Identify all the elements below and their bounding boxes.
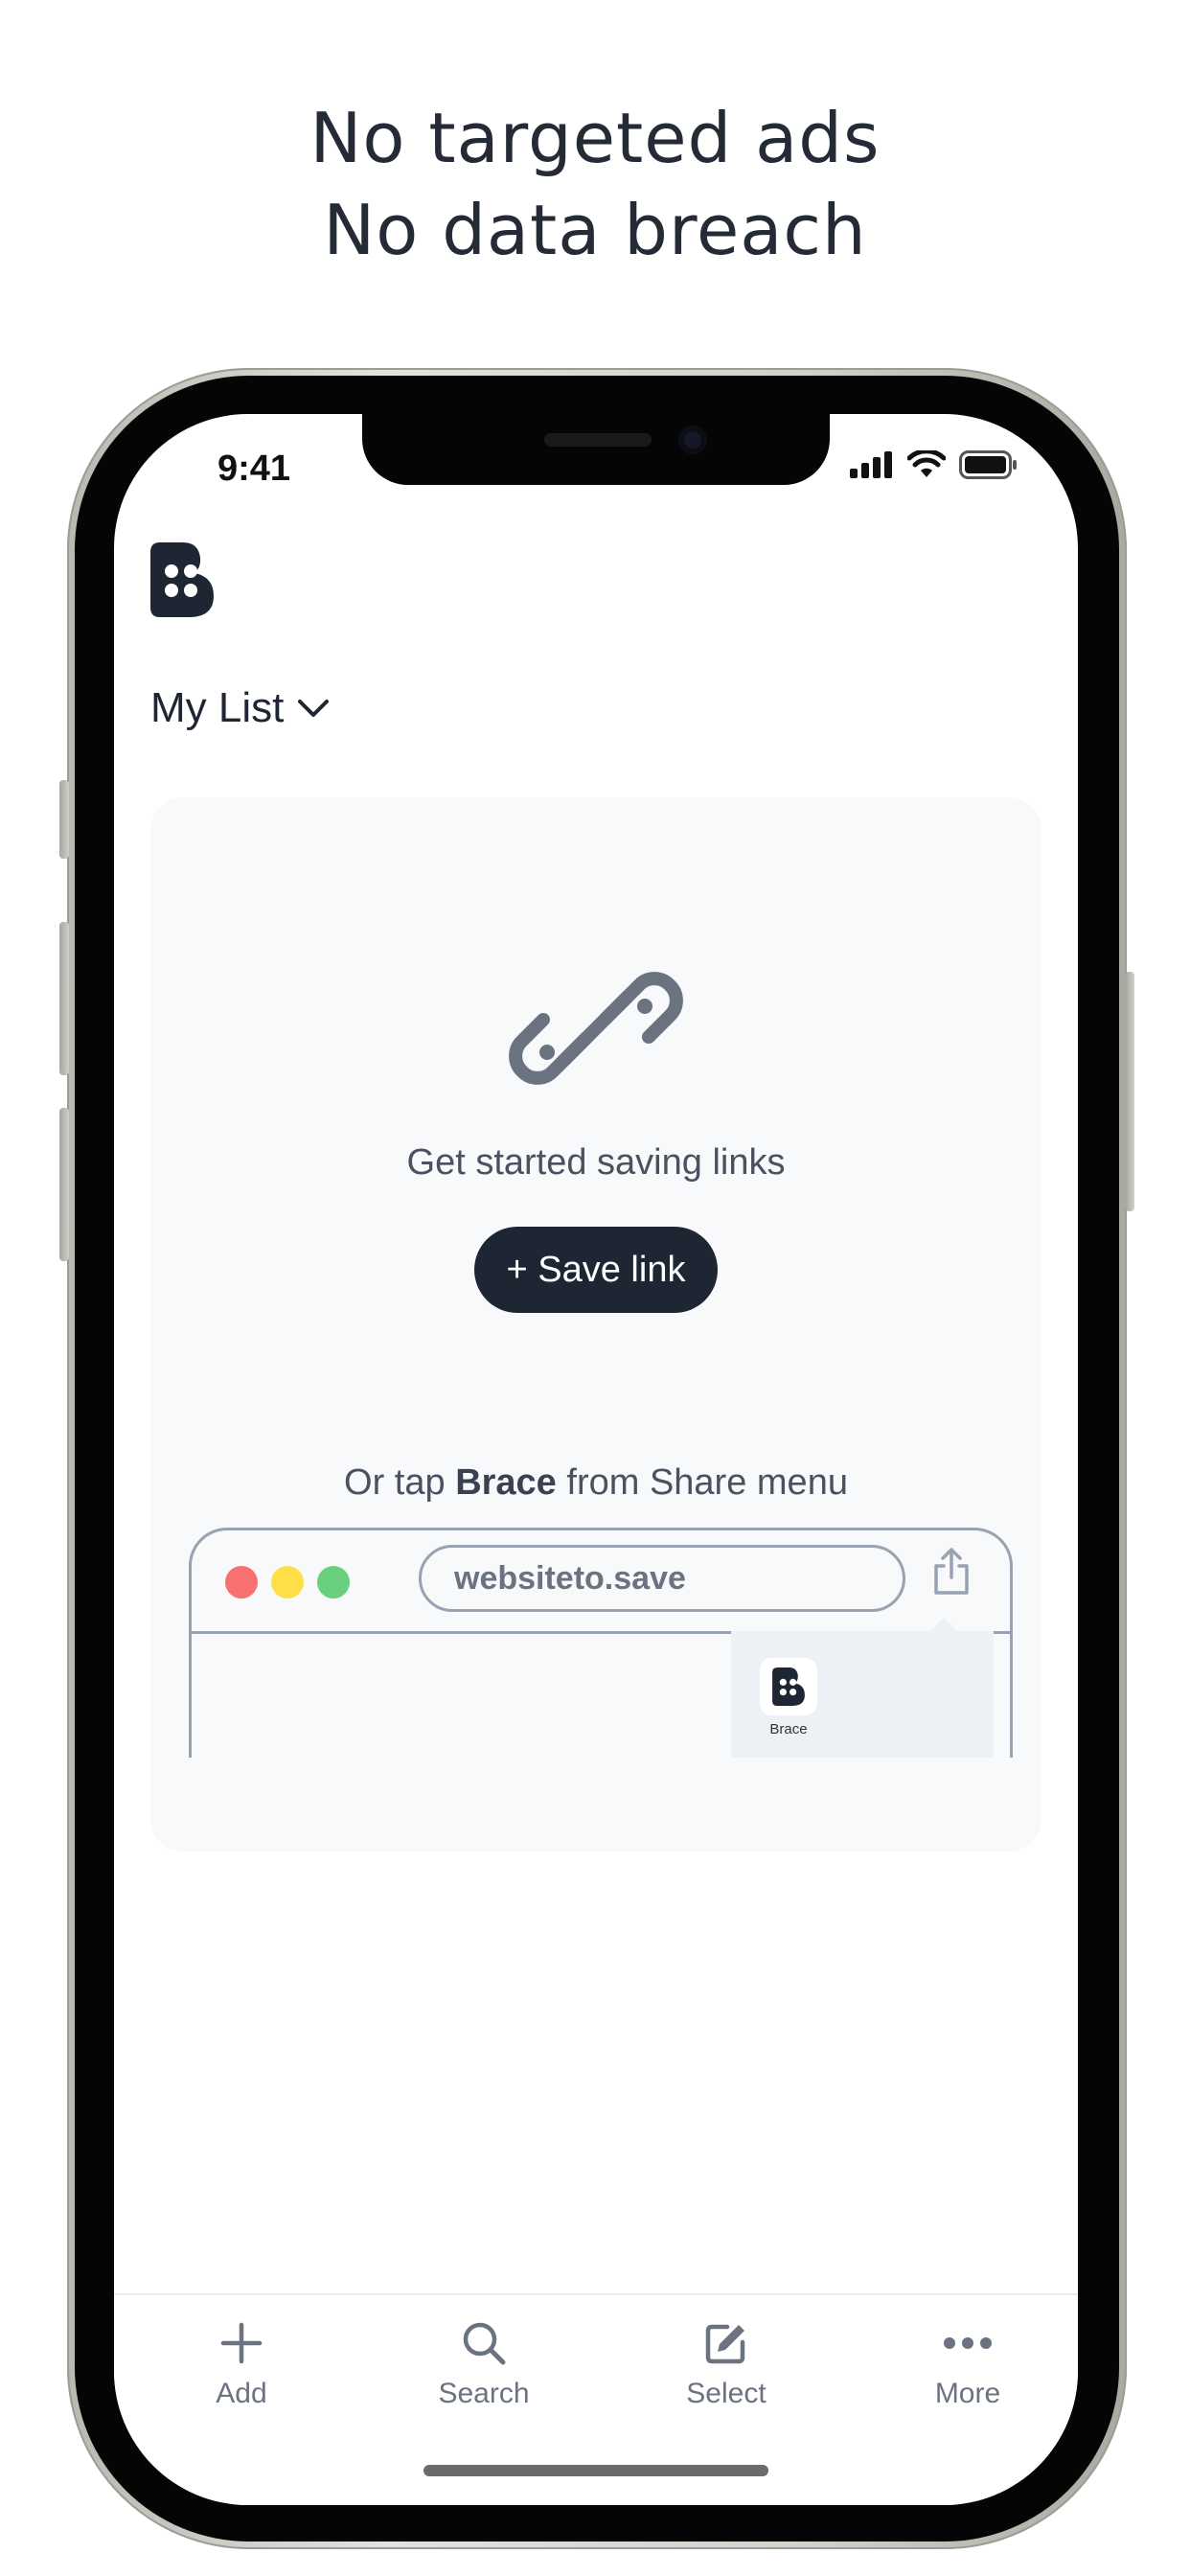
home-indicator[interactable] <box>423 2465 768 2476</box>
browser-illustration: websiteto.save Brace <box>189 1528 1013 1758</box>
cellular-signal-icon <box>850 451 892 478</box>
tab-more-label: More <box>934 2378 1001 2409</box>
save-link-button[interactable]: + Save link <box>474 1227 718 1313</box>
phone-volume-down-button <box>59 1108 69 1261</box>
share-popup-pointer <box>930 1618 957 1631</box>
speaker-grille <box>544 433 652 447</box>
wifi-icon <box>907 450 946 477</box>
phone-screen: 9:41 My List Get started saving links + … <box>114 414 1078 2505</box>
tab-search-label: Search <box>438 2378 530 2409</box>
share-hint-app-name: Brace <box>455 1462 557 1503</box>
notch <box>362 414 830 485</box>
search-icon <box>463 2322 506 2365</box>
share-hint-suffix: from Share menu <box>556 1462 848 1503</box>
status-time: 9:41 <box>217 448 291 489</box>
status-icons <box>850 450 1018 479</box>
front-camera <box>678 426 707 454</box>
more-icon <box>944 2337 992 2349</box>
headline-line-1: No targeted ads <box>309 98 881 178</box>
edit-icon <box>705 2324 745 2364</box>
list-title: My List <box>150 684 285 731</box>
phone-silent-switch <box>59 780 69 859</box>
tab-search[interactable]: Search <box>407 2314 561 2410</box>
list-selector[interactable]: My List <box>150 684 330 732</box>
share-app-label: Brace <box>769 1721 808 1737</box>
tab-more[interactable]: More <box>891 2314 1044 2410</box>
tab-select-label: Select <box>686 2378 767 2409</box>
battery-icon <box>959 450 1017 479</box>
phone-power-button <box>1125 972 1134 1211</box>
browser-url-bar: websiteto.save <box>419 1545 905 1612</box>
link-icon <box>505 937 687 1124</box>
tab-add[interactable]: Add <box>165 2314 318 2410</box>
share-sheet-illustration: Brace <box>731 1631 994 1758</box>
share-hint-prefix: Or tap <box>344 1462 456 1503</box>
headline: No targeted ads No data breach <box>0 92 1190 276</box>
plus-icon <box>220 2322 263 2364</box>
traffic-light-yellow <box>271 1566 304 1598</box>
traffic-light-red <box>225 1566 258 1598</box>
share-hint: Or tap Brace from Share menu <box>150 1462 1041 1504</box>
headline-line-2: No data breach <box>323 190 867 270</box>
phone-volume-up-button <box>59 922 69 1075</box>
empty-state-message: Get started saving links <box>406 1142 786 1183</box>
brace-logo-icon <box>150 542 214 617</box>
brace-share-app-icon <box>760 1658 817 1715</box>
share-icon <box>930 1547 973 1601</box>
empty-state-card: Get started saving links + Save link Or … <box>150 797 1041 1852</box>
chevron-down-icon <box>298 700 330 717</box>
tab-select[interactable]: Select <box>650 2314 803 2410</box>
traffic-light-green <box>317 1566 350 1598</box>
tab-add-label: Add <box>216 2378 267 2409</box>
